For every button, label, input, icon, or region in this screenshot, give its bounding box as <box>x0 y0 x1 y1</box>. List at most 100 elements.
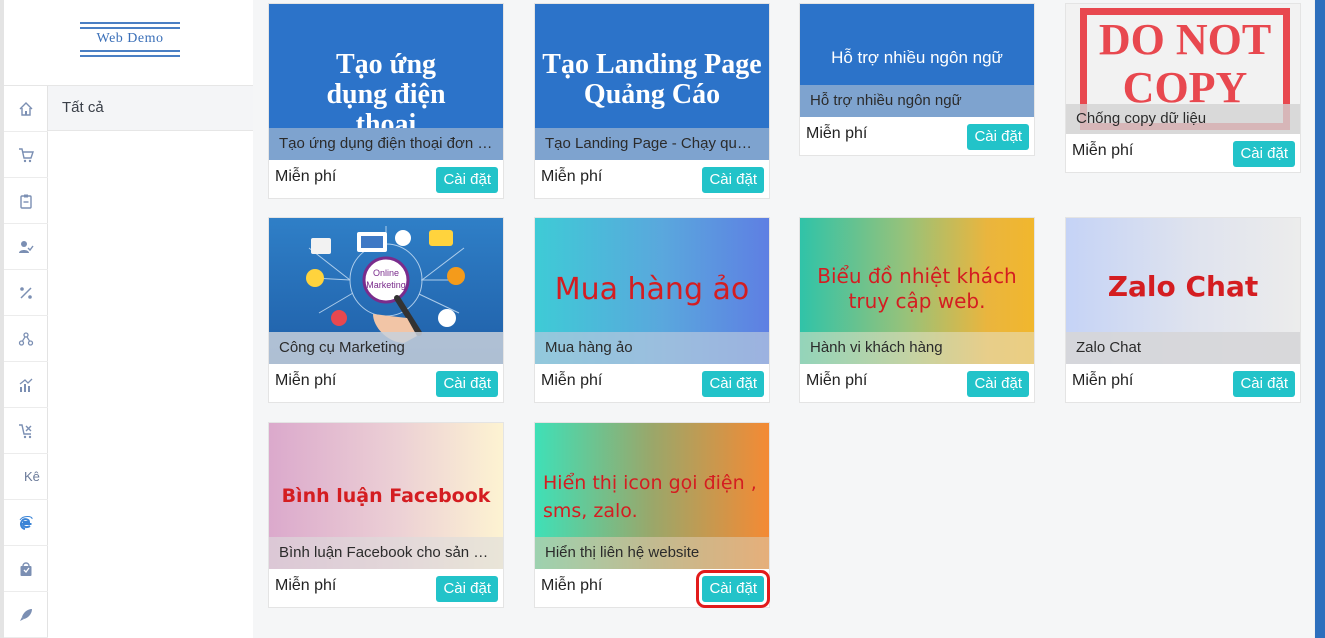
clipboard-icon <box>20 194 32 209</box>
nav-reports[interactable] <box>4 362 48 408</box>
nav-store[interactable] <box>4 546 48 592</box>
card-footer: Miễn phí Cài đặt <box>800 364 1034 402</box>
nav-cart[interactable] <box>4 132 48 178</box>
app-card[interactable]: Biểu đồ nhiệt khách truy cập web. Hành v… <box>799 217 1035 403</box>
thumbnail-title: Mua hàng ảo <box>554 272 750 307</box>
app-thumbnail[interactable]: Online Marketing Công cụ Marketing <box>269 218 503 364</box>
app-card[interactable]: Hỗ trợ nhiều ngôn ngữ Hỗ trợ nhiều ngôn … <box>799 3 1035 156</box>
app-name: Tạo Landing Page - Chạy quảng cáo <box>535 128 769 160</box>
app-card[interactable]: Zalo Chat Zalo Chat Miễn phí Cài đặt <box>1065 217 1301 403</box>
price-label: Miễn phí <box>1072 372 1134 389</box>
nav-affiliate[interactable] <box>4 316 48 362</box>
thumbnail-title: Hỗ trợ nhiều ngôn ngữ <box>831 48 1003 67</box>
install-button[interactable]: Cài đặt <box>1233 371 1295 397</box>
price-label: Miễn phí <box>541 577 603 594</box>
app-root: Web Demo Kê Tất cả Tạo ứng dụng điện tho… <box>0 0 1325 638</box>
sidebar: Web Demo Kê Tất cả <box>0 0 253 638</box>
nav-orders[interactable] <box>4 178 48 224</box>
thumbnail-title: Tạo Landing Page Quảng Cáo <box>542 49 762 110</box>
app-card[interactable]: Online Marketing Công cụ Marketing Miễn … <box>268 217 504 403</box>
card-footer: Miễn phí Cài đặt <box>269 569 503 607</box>
install-button[interactable]: Cài đặt <box>1233 141 1295 167</box>
app-thumbnail[interactable]: Hỗ trợ nhiều ngôn ngữ Hỗ trợ nhiều ngôn … <box>800 4 1034 117</box>
install-button[interactable]: Cài đặt <box>702 371 764 397</box>
logo-text: Web Demo <box>96 31 164 46</box>
scrollbar[interactable] <box>1314 0 1325 638</box>
app-card[interactable]: DO NOT COPY Chống copy dữ liệu Miễn phí … <box>1065 3 1301 173</box>
logo-line <box>80 22 180 24</box>
price-label: Miễn phí <box>541 168 603 185</box>
cart-icon <box>19 147 34 162</box>
thumbnail-title: DO NOT COPY <box>1098 15 1272 112</box>
icon-rail: Kê <box>4 86 48 638</box>
app-card[interactable]: Tạo ứng dụng điện thoại Tạo ứng dụng điệ… <box>268 3 504 199</box>
app-name: Hỗ trợ nhiều ngôn ngữ <box>800 85 1034 117</box>
install-button[interactable]: Cài đặt <box>436 576 498 602</box>
app-card[interactable]: Tạo Landing Page Quảng Cáo Tạo Landing P… <box>534 3 770 199</box>
card-footer: Miễn phí Cài đặt <box>269 364 503 402</box>
app-name: Tạo ứng dụng điện thoại đơn giản <box>269 128 503 160</box>
app-name: Bình luận Facebook cho sản phẩm <box>269 537 503 569</box>
install-button-highlighted[interactable]: Cài đặt <box>696 570 770 608</box>
logo-line <box>80 27 180 29</box>
thumbnail-title: Zalo Chat <box>1107 270 1259 303</box>
user-check-icon <box>19 240 34 253</box>
install-button[interactable]: Cài đặt <box>967 124 1029 150</box>
app-card[interactable]: Bình luận Facebook Bình luận Facebook ch… <box>268 422 504 608</box>
nav-website[interactable] <box>4 500 48 546</box>
app-thumbnail[interactable]: DO NOT COPY Chống copy dữ liệu <box>1066 4 1300 134</box>
thumbnail-title: Hiển thị icon gọi điện , sms, zalo. <box>543 472 757 522</box>
app-thumbnail[interactable]: Bình luận Facebook Bình luận Facebook ch… <box>269 423 503 569</box>
logo[interactable]: Web Demo <box>80 20 180 60</box>
card-footer: Miễn phí Cài đặt <box>269 160 503 198</box>
card-footer: Miễn phí Cài đặt <box>535 160 769 198</box>
internet-explorer-icon <box>19 515 33 530</box>
card-footer: Miễn phí Cài đặt <box>800 117 1034 155</box>
app-name: Hành vi khách hàng <box>800 332 1034 364</box>
card-footer: Miễn phí Cài đặt <box>1066 364 1300 402</box>
nav-text-item[interactable]: Kê <box>4 454 48 500</box>
price-label: Miễn phí <box>1072 142 1134 159</box>
install-button[interactable]: Cài đặt <box>436 371 498 397</box>
app-name: Công cụ Marketing <box>269 332 503 364</box>
app-card[interactable]: Hiển thị icon gọi điện , sms, zalo. Hiển… <box>534 422 770 608</box>
install-button[interactable]: Cài đặt <box>436 167 498 193</box>
card-footer: Miễn phí Cài đặt <box>535 364 769 402</box>
bag-icon <box>20 561 32 576</box>
app-thumbnail[interactable]: Tạo ứng dụng điện thoại Tạo ứng dụng điệ… <box>269 4 503 160</box>
nav-abandoned-cart[interactable] <box>4 408 48 454</box>
scrollbar-thumb[interactable] <box>1315 0 1325 638</box>
install-button[interactable]: Cài đặt <box>967 371 1029 397</box>
nav-discounts[interactable] <box>4 270 48 316</box>
price-label: Miễn phí <box>541 372 603 389</box>
nav-home[interactable] <box>4 86 48 132</box>
chart-icon <box>19 378 33 392</box>
app-name: Mua hàng ảo <box>535 332 769 364</box>
nav-text-label: Kê <box>24 469 40 484</box>
logo-area[interactable]: Web Demo <box>4 0 253 86</box>
price-label: Miễn phí <box>275 577 337 594</box>
app-name: Zalo Chat <box>1066 332 1300 364</box>
price-label: Miễn phí <box>806 372 868 389</box>
price-label: Miễn phí <box>275 372 337 389</box>
thumbnail-title: Biểu đồ nhiệt khách truy cập web. <box>817 264 1017 313</box>
thumbnail-title: Tạo ứng dụng điện thoại <box>326 49 446 140</box>
logo-line <box>80 55 180 57</box>
app-thumbnail[interactable]: Zalo Chat Zalo Chat <box>1066 218 1300 364</box>
app-thumbnail[interactable]: Tạo Landing Page Quảng Cáo Tạo Landing P… <box>535 4 769 160</box>
home-icon <box>19 101 33 116</box>
app-thumbnail[interactable]: Biểu đồ nhiệt khách truy cập web. Hành v… <box>800 218 1034 364</box>
nav-customers[interactable] <box>4 224 48 270</box>
percent-icon <box>20 286 32 299</box>
thumbnail-title: Bình luận Facebook <box>281 485 491 507</box>
install-button[interactable]: Cài đặt <box>702 167 764 193</box>
card-footer: Miễn phí Cài đặt <box>535 569 770 608</box>
network-icon <box>18 331 34 346</box>
app-card[interactable]: Mua hàng ảo Mua hàng ảo Miễn phí Cài đặt <box>534 217 770 403</box>
cart-x-icon <box>19 423 32 438</box>
app-thumbnail[interactable]: Mua hàng ảo Mua hàng ảo <box>535 218 769 364</box>
logo-line <box>80 50 180 52</box>
nav-launch[interactable] <box>4 592 48 638</box>
category-all[interactable]: Tất cả <box>48 86 253 131</box>
app-thumbnail[interactable]: Hiển thị icon gọi điện , sms, zalo. Hiển… <box>535 423 769 569</box>
